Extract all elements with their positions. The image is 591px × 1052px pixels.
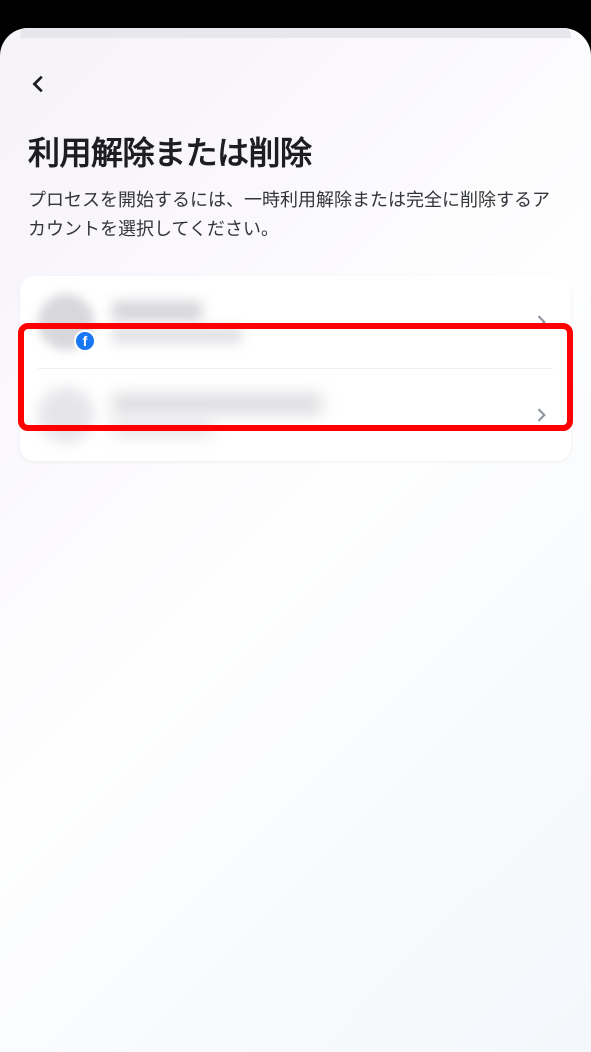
page-subtitle: プロセスを開始するには、一時利用解除または完全に削除するアカウントを選択してくだ…	[28, 186, 563, 244]
chevron-right-icon	[531, 405, 551, 425]
chevron-left-icon	[28, 73, 50, 95]
header-bar	[0, 28, 591, 100]
account-row-instagram[interactable]	[20, 369, 571, 461]
avatar-wrap	[38, 387, 94, 443]
account-name-redacted	[112, 394, 322, 414]
facebook-badge-icon: f	[74, 330, 96, 352]
avatar	[38, 387, 94, 443]
account-card: f	[20, 276, 571, 461]
account-card-list: f	[0, 264, 591, 473]
account-row-facebook[interactable]: f	[20, 276, 571, 368]
account-text	[112, 301, 531, 343]
badge-letter: f	[83, 333, 88, 349]
account-handle-redacted	[112, 420, 212, 436]
chevron-right-icon	[531, 312, 551, 332]
account-handle-redacted	[112, 327, 242, 343]
title-block: 利用解除または削除 プロセスを開始するには、一時利用解除または完全に削除するアカ…	[0, 100, 591, 264]
modal-sheet: 利用解除または削除 プロセスを開始するには、一時利用解除または完全に削除するアカ…	[0, 28, 591, 1052]
account-text	[112, 394, 531, 436]
account-name-redacted	[112, 301, 202, 321]
avatar-wrap: f	[38, 294, 94, 350]
page-title: 利用解除または削除	[28, 128, 563, 174]
back-button[interactable]	[28, 68, 60, 100]
